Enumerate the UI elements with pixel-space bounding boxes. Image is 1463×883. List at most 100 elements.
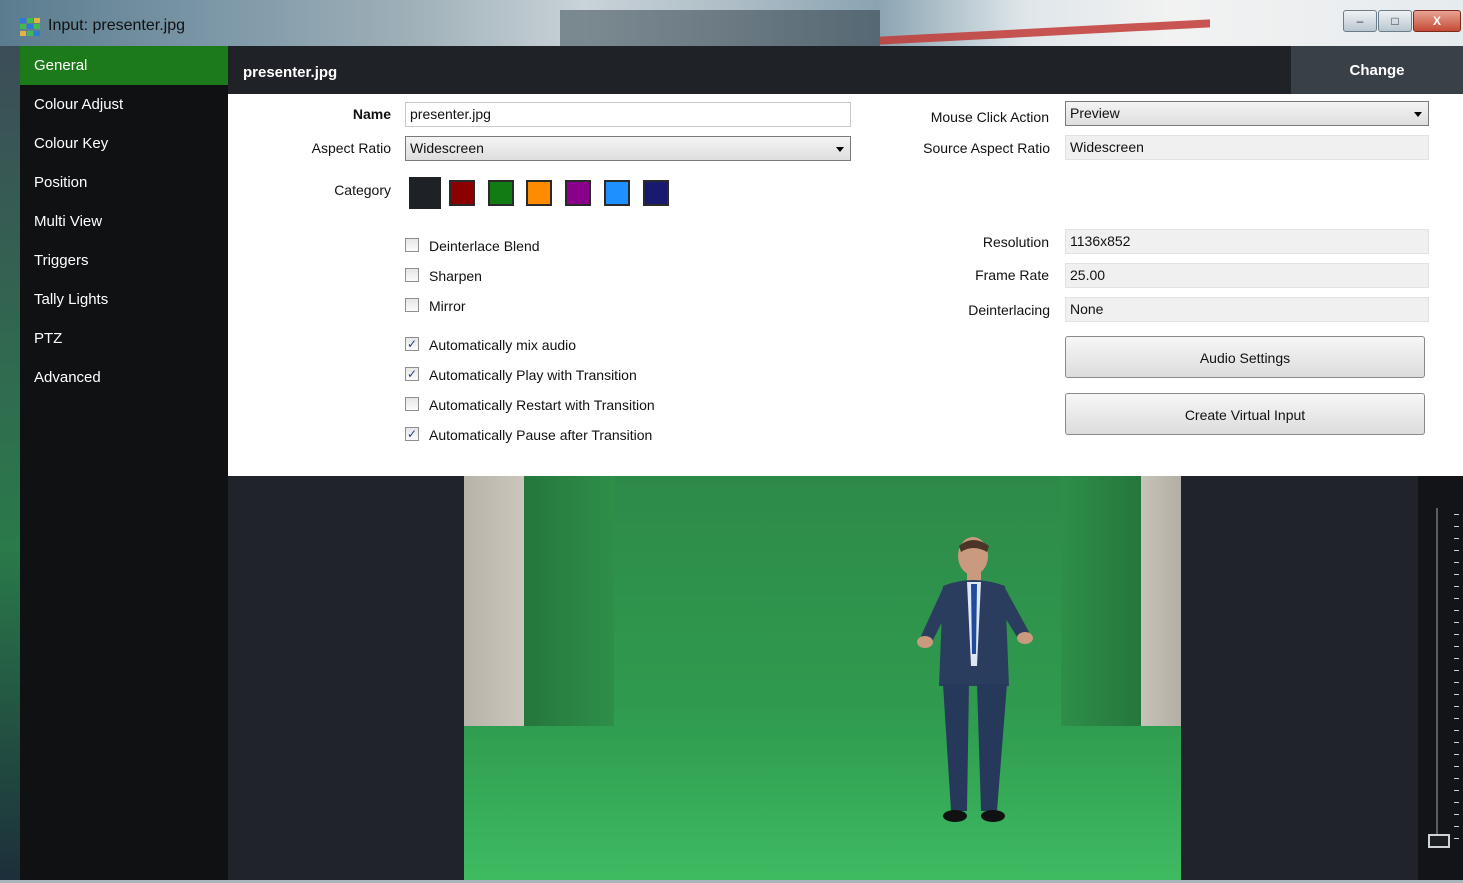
aspect-ratio-select[interactable]: Widescreen <box>405 136 851 161</box>
category-color-swatch[interactable] <box>488 180 514 206</box>
checkbox-unchecked[interactable] <box>405 238 419 252</box>
deinterlacing-label: Deinterlacing <box>968 302 1050 318</box>
checkbox-label: Automatically Pause after Transition <box>429 427 653 443</box>
minimize-button[interactable]: – <box>1343 10 1377 32</box>
name-label: Name <box>352 106 391 122</box>
title-bar-background-stripe <box>880 19 1210 45</box>
desktop-edge <box>0 46 20 883</box>
checkbox-checked[interactable]: ✓ <box>405 337 419 351</box>
volume-tick <box>1454 718 1459 719</box>
category-color-swatch[interactable] <box>526 180 552 206</box>
sidebar-item-tally-lights[interactable]: Tally Lights <box>20 280 228 319</box>
volume-tick <box>1454 622 1459 623</box>
category-color-swatch[interactable] <box>643 180 669 206</box>
change-button[interactable]: Change <box>1291 46 1463 94</box>
volume-tick <box>1454 778 1459 779</box>
app-grid-icon <box>20 18 40 36</box>
volume-tick <box>1454 802 1459 803</box>
checkbox-checked[interactable]: ✓ <box>405 367 419 381</box>
settings-sidebar: General Colour Adjust Colour Key Positio… <box>20 46 228 881</box>
volume-tick <box>1454 814 1459 815</box>
volume-tick <box>1454 742 1459 743</box>
volume-tick <box>1454 526 1459 527</box>
chevron-down-icon <box>1414 112 1422 117</box>
volume-tick <box>1454 826 1459 827</box>
general-settings-panel: Name presenter.jpg Aspect Ratio Widescre… <box>228 94 1463 476</box>
preview-image <box>464 476 1181 881</box>
frame-rate-value: 25.00 <box>1065 263 1429 288</box>
volume-tick <box>1454 634 1459 635</box>
sidebar-item-multi-view[interactable]: Multi View <box>20 202 228 241</box>
volume-tick <box>1454 514 1459 515</box>
volume-tick <box>1454 610 1459 611</box>
volume-tick <box>1454 838 1459 839</box>
volume-track <box>1436 508 1438 848</box>
category-color-swatch[interactable] <box>449 180 475 206</box>
category-label: Category <box>334 182 391 198</box>
sidebar-item-advanced[interactable]: Advanced <box>20 358 228 397</box>
volume-tick <box>1454 658 1459 659</box>
checkbox-label: Deinterlace Blend <box>429 238 540 254</box>
volume-slider[interactable] <box>1418 476 1463 881</box>
frame-rate-label: Frame Rate <box>975 267 1049 283</box>
volume-tick <box>1454 790 1459 791</box>
sidebar-item-general[interactable]: General <box>20 46 228 85</box>
checkbox-unchecked[interactable] <box>405 268 419 282</box>
checkbox-unchecked[interactable] <box>405 298 419 312</box>
title-bar[interactable]: Input: presenter.jpg – □ X <box>0 0 1463 46</box>
preview-area <box>228 476 1463 881</box>
volume-tick <box>1454 754 1459 755</box>
sidebar-item-colour-adjust[interactable]: Colour Adjust <box>20 85 228 124</box>
sidebar-item-colour-key[interactable]: Colour Key <box>20 124 228 163</box>
maximize-button[interactable]: □ <box>1378 10 1412 32</box>
checkbox-checked[interactable]: ✓ <box>405 427 419 441</box>
volume-tick <box>1454 682 1459 683</box>
volume-tick <box>1454 694 1459 695</box>
volume-slider-thumb[interactable] <box>1428 834 1450 848</box>
sidebar-item-triggers[interactable]: Triggers <box>20 241 228 280</box>
deinterlacing-value: None <box>1065 297 1429 322</box>
checkbox-label: Mirror <box>429 298 466 314</box>
category-color-swatch[interactable] <box>604 180 630 206</box>
mouse-click-action-select[interactable]: Preview <box>1065 101 1429 126</box>
sidebar-item-position[interactable]: Position <box>20 163 228 202</box>
name-field[interactable]: presenter.jpg <box>405 102 851 127</box>
title-bar-background-shape <box>560 10 880 46</box>
checkbox-label: Sharpen <box>429 268 482 284</box>
resolution-label: Resolution <box>982 234 1049 250</box>
source-aspect-ratio-label: Source Aspect Ratio <box>923 140 1050 156</box>
input-settings-window: Input: presenter.jpg – □ X General Colou… <box>0 0 1463 883</box>
close-button[interactable]: X <box>1413 10 1461 32</box>
mouse-click-action-label: Mouse Click Action <box>930 109 1049 125</box>
category-color-swatch[interactable] <box>409 177 441 209</box>
mouse-click-action-value: Preview <box>1070 105 1120 121</box>
audio-settings-button[interactable]: Audio Settings <box>1065 336 1425 378</box>
checkbox-unchecked[interactable] <box>405 397 419 411</box>
content-header: presenter.jpg Change <box>228 46 1463 94</box>
sidebar-item-ptz[interactable]: PTZ <box>20 319 228 358</box>
volume-tick <box>1454 706 1459 707</box>
volume-tick <box>1454 598 1459 599</box>
volume-tick <box>1454 562 1459 563</box>
checkbox-label: Automatically Play with Transition <box>429 367 637 383</box>
chevron-down-icon <box>836 147 844 152</box>
input-title: presenter.jpg <box>243 64 338 81</box>
category-color-swatch[interactable] <box>565 180 591 206</box>
aspect-ratio-label: Aspect Ratio <box>311 140 391 156</box>
checkbox-label: Automatically mix audio <box>429 337 577 353</box>
volume-tick <box>1454 586 1459 587</box>
volume-tick <box>1454 730 1459 731</box>
volume-tick <box>1454 670 1459 671</box>
volume-tick <box>1454 574 1459 575</box>
checkbox-label: Automatically Restart with Transition <box>429 397 655 413</box>
source-aspect-ratio-value: Widescreen <box>1065 135 1429 160</box>
window-title: Input: presenter.jpg <box>48 17 185 34</box>
create-virtual-input-button[interactable]: Create Virtual Input <box>1065 393 1425 435</box>
volume-tick <box>1454 550 1459 551</box>
presenter-figure <box>917 537 1033 822</box>
volume-tick <box>1454 646 1459 647</box>
volume-tick <box>1454 538 1459 539</box>
resolution-value: 1136x852 <box>1065 229 1429 254</box>
volume-tick <box>1454 766 1459 767</box>
aspect-ratio-value: Widescreen <box>410 140 484 156</box>
